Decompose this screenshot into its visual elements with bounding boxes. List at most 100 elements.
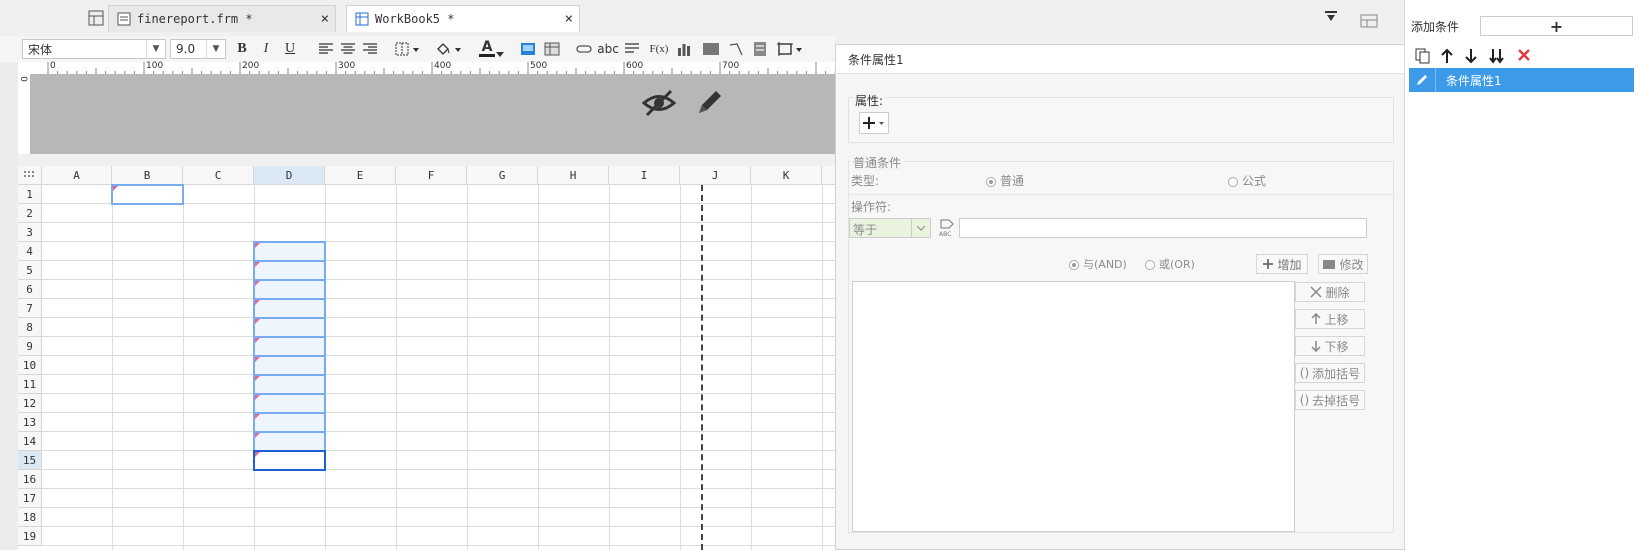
- formula-button[interactable]: F(x): [648, 39, 670, 59]
- font-size-select[interactable]: 9.0 ▼: [170, 39, 226, 59]
- row-header[interactable]: 17: [18, 489, 42, 508]
- picture-icon[interactable]: [702, 39, 720, 59]
- copy-icon[interactable]: [1415, 48, 1431, 67]
- row-header[interactable]: 2: [18, 204, 42, 223]
- tab-workbook5[interactable]: WorkBook5 * ×: [346, 5, 580, 32]
- select-all-corner[interactable]: [18, 166, 42, 185]
- column-header[interactable]: H: [538, 166, 609, 185]
- column-header[interactable]: G: [467, 166, 538, 185]
- column-header[interactable]: A: [42, 166, 112, 185]
- row-header[interactable]: 13: [18, 413, 42, 432]
- row-header[interactable]: 16: [18, 470, 42, 489]
- column-header[interactable]: E: [325, 166, 396, 185]
- eye-off-icon[interactable]: [641, 88, 677, 121]
- row-header[interactable]: 19: [18, 527, 42, 546]
- cell-d15-active[interactable]: [253, 450, 326, 471]
- cell-d12[interactable]: [253, 393, 326, 414]
- row-header[interactable]: 4: [18, 242, 42, 261]
- fill-color-icon[interactable]: [434, 39, 464, 59]
- type-normal-radio[interactable]: 普通: [986, 172, 1024, 189]
- cell-d13[interactable]: [253, 412, 326, 433]
- cell-d9[interactable]: [253, 336, 326, 357]
- type-label: 类型:: [851, 174, 880, 188]
- cell-d7[interactable]: [253, 298, 326, 319]
- operator-select[interactable]: 等于: [849, 218, 931, 238]
- column-header[interactable]: D: [254, 166, 325, 185]
- arrow-up-icon[interactable]: [1441, 48, 1453, 67]
- sub-report-icon[interactable]: [752, 39, 768, 59]
- value-type-icon[interactable]: ABC: [937, 216, 959, 241]
- column-header[interactable]: C: [183, 166, 254, 185]
- and-radio[interactable]: 与(AND): [1069, 256, 1127, 272]
- row-header[interactable]: 12: [18, 394, 42, 413]
- widget-panel-icon[interactable]: [1360, 12, 1378, 33]
- add-attribute-button[interactable]: [859, 112, 889, 134]
- add-condition-button[interactable]: 增加: [1256, 254, 1308, 274]
- cell-d5[interactable]: [253, 260, 326, 281]
- cell-b1[interactable]: [111, 184, 184, 205]
- sort-down-icon[interactable]: [1489, 48, 1505, 67]
- delete-icon[interactable]: [1517, 48, 1531, 65]
- delete-button[interactable]: 删除: [1295, 282, 1365, 302]
- form-design-area[interactable]: [30, 74, 836, 154]
- row-header[interactable]: 10: [18, 356, 42, 375]
- cell-d8[interactable]: [253, 317, 326, 338]
- frame-border-icon[interactable]: [776, 39, 804, 59]
- row-header[interactable]: 1: [18, 185, 42, 204]
- edit-condition-button[interactable]: 修改: [1318, 254, 1368, 274]
- align-right-icon[interactable]: [362, 39, 378, 59]
- cell-d4[interactable]: [253, 241, 326, 262]
- cell-d14[interactable]: [253, 431, 326, 452]
- or-radio[interactable]: 或(OR): [1145, 256, 1195, 272]
- remove-bracket-button[interactable]: () 去掉括号: [1295, 390, 1365, 410]
- row-header[interactable]: 5: [18, 261, 42, 280]
- add-bracket-button[interactable]: () 添加括号: [1295, 363, 1365, 383]
- column-header[interactable]: B: [112, 166, 183, 185]
- condition-list-item[interactable]: 条件属性1: [1409, 68, 1634, 92]
- row-header[interactable]: 11: [18, 375, 42, 394]
- cell-d10[interactable]: [253, 355, 326, 376]
- close-icon[interactable]: ×: [565, 11, 573, 27]
- row-header[interactable]: 14: [18, 432, 42, 451]
- row-header[interactable]: 18: [18, 508, 42, 527]
- chart-icon[interactable]: [676, 39, 692, 59]
- text-abc-button[interactable]: abc: [597, 39, 619, 59]
- table-icon[interactable]: [544, 39, 560, 59]
- link-icon[interactable]: [576, 39, 592, 59]
- font-name-select[interactable]: 宋体 ▼: [22, 39, 166, 59]
- bold-button[interactable]: B: [234, 39, 250, 59]
- chevron-down-icon[interactable]: [496, 47, 504, 61]
- pencil-icon[interactable]: [694, 86, 726, 121]
- tab-finereport[interactable]: finereport.frm * ×: [108, 5, 336, 32]
- align-left-icon[interactable]: [318, 39, 334, 59]
- row-header[interactable]: 9: [18, 337, 42, 356]
- row-header[interactable]: 6: [18, 280, 42, 299]
- move-up-button[interactable]: 上移: [1295, 309, 1365, 329]
- cell-d11[interactable]: [253, 374, 326, 395]
- move-down-button[interactable]: 下移: [1295, 336, 1365, 356]
- tab-menu-icon[interactable]: [1324, 11, 1338, 26]
- close-icon[interactable]: ×: [321, 11, 329, 27]
- row-header[interactable]: 8: [18, 318, 42, 337]
- arrow-down-icon[interactable]: [1465, 48, 1477, 67]
- align-center-icon[interactable]: [340, 39, 356, 59]
- image-icon[interactable]: [520, 39, 536, 59]
- underline-button[interactable]: U: [282, 39, 298, 59]
- row-header[interactable]: 3: [18, 223, 42, 242]
- ruler-ticks: [47, 62, 836, 74]
- border-icon[interactable]: [394, 39, 422, 59]
- row-header[interactable]: 15: [18, 451, 42, 470]
- column-header[interactable]: K: [751, 166, 822, 185]
- value-input[interactable]: [959, 218, 1367, 238]
- column-header[interactable]: F: [396, 166, 467, 185]
- column-header[interactable]: I: [609, 166, 680, 185]
- column-header[interactable]: J: [680, 166, 751, 185]
- slash-icon[interactable]: [728, 39, 744, 59]
- row-header[interactable]: 7: [18, 299, 42, 318]
- italic-button[interactable]: I: [258, 39, 274, 59]
- condition-list-box[interactable]: [852, 281, 1295, 532]
- add-condition-button[interactable]: +: [1480, 16, 1633, 36]
- cell-d6[interactable]: [253, 279, 326, 300]
- paragraph-icon[interactable]: [624, 39, 640, 59]
- type-formula-radio[interactable]: 公式: [1228, 172, 1266, 189]
